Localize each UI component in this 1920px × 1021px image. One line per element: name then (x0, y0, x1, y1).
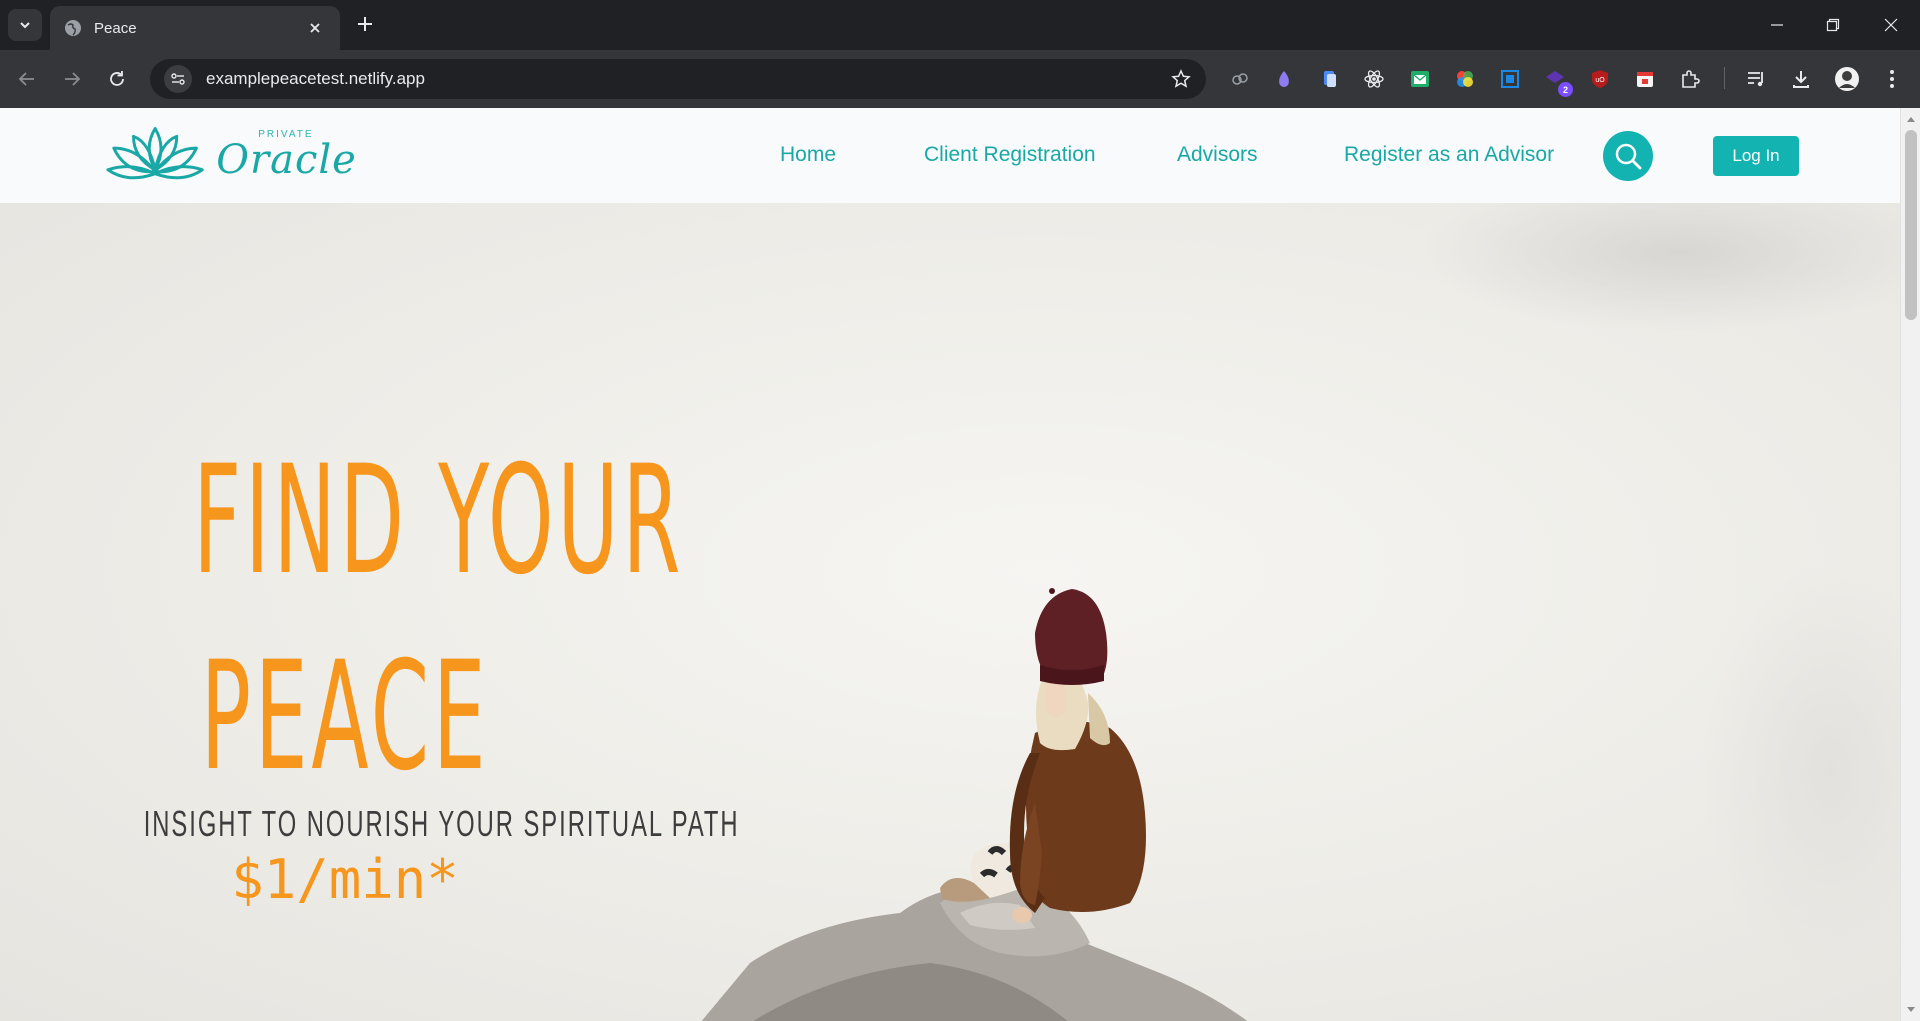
site-settings-icon[interactable] (164, 65, 192, 93)
close-icon (1884, 18, 1898, 32)
nav-home[interactable]: Home (780, 143, 836, 167)
hero-tagline: INSIGHT TO NOURISH YOUR SPIRITUAL PATH (143, 803, 740, 844)
hero-section: FIND YOUR PEACE INSIGHT TO NOURISH YOUR … (0, 203, 1900, 1021)
plus-icon (358, 17, 372, 31)
nav-advisors[interactable]: Advisors (1177, 143, 1258, 167)
extension-badge: 2 (1558, 82, 1573, 97)
more-menu-icon[interactable] (1877, 64, 1907, 94)
hero-headline: FIND YOUR PEACE (193, 423, 685, 815)
fog-shape (1700, 561, 1900, 981)
url-text[interactable]: examplepeacetest.netlify.app (206, 69, 1164, 89)
woman-on-rock-image (701, 588, 1248, 1021)
lotus-icon (106, 126, 204, 180)
hero-price: $1/min* (231, 848, 459, 911)
fog-shape (1420, 203, 1900, 333)
new-tab-button[interactable] (352, 11, 378, 37)
ublock-extension-icon[interactable]: uO (1585, 64, 1615, 94)
screenshot-extension-icon[interactable] (1495, 64, 1525, 94)
arrow-left-icon (18, 72, 34, 86)
toolbar-separator (1724, 67, 1725, 89)
docs-extension-icon[interactable] (1314, 64, 1344, 94)
mail-extension-icon[interactable] (1405, 64, 1435, 94)
cloud-extension-icon[interactable] (1225, 64, 1255, 94)
page-viewport: PRIVATE Oracle Home Client Registration … (0, 108, 1920, 1021)
profile-avatar[interactable] (1832, 64, 1862, 94)
reload-button[interactable] (102, 64, 132, 94)
download-icon[interactable] (1786, 64, 1816, 94)
close-window-button[interactable] (1876, 10, 1906, 40)
nav-client-registration[interactable]: Client Registration (924, 143, 1096, 167)
bookmark-star-icon[interactable] (1164, 62, 1198, 96)
scroll-down-arrow-icon[interactable] (1906, 1005, 1916, 1015)
calendar-extension-icon[interactable] (1630, 64, 1660, 94)
address-bar[interactable]: examplepeacetest.netlify.app (150, 59, 1206, 99)
scroll-up-arrow-icon[interactable] (1906, 114, 1916, 124)
svg-text:uO: uO (1595, 77, 1605, 84)
chevron-down-icon (20, 22, 30, 29)
search-icon (1615, 143, 1642, 170)
globe-icon (65, 20, 81, 36)
headline-line-1: FIND YOUR (193, 434, 685, 608)
back-button[interactable] (12, 64, 42, 94)
close-tab-icon[interactable] (304, 17, 326, 39)
media-controls-icon[interactable] (1741, 64, 1771, 94)
restore-icon (1826, 18, 1840, 32)
logo-wordmark: PRIVATE Oracle (216, 125, 356, 185)
color-picker-extension-icon[interactable] (1450, 64, 1480, 94)
tab-title: Peace (94, 19, 137, 37)
page-scrollbar[interactable] (1900, 108, 1920, 1021)
tab-search-button[interactable] (8, 9, 42, 41)
extensions-puzzle-icon[interactable] (1675, 64, 1705, 94)
minimize-button[interactable] (1762, 10, 1792, 40)
login-button[interactable]: Log In (1713, 136, 1799, 176)
react-extension-icon[interactable] (1359, 64, 1389, 94)
minimize-icon (1771, 24, 1783, 26)
forward-button[interactable] (57, 64, 87, 94)
active-tab[interactable]: Peace (50, 6, 340, 50)
site-header: PRIVATE Oracle Home Client Registration … (0, 108, 1900, 203)
restore-button[interactable] (1818, 10, 1848, 40)
arrow-right-icon (65, 72, 81, 86)
headline-line-2: PEACE (200, 630, 490, 804)
browser-toolbar: examplepeacetest.netlify.app 2 uO (0, 50, 1920, 108)
logo-oracle-text: Oracle (216, 137, 357, 183)
tab-strip: Peace (0, 0, 1920, 50)
drop-extension-icon[interactable] (1269, 64, 1299, 94)
site-logo[interactable]: PRIVATE Oracle (104, 120, 356, 190)
search-button[interactable] (1603, 131, 1653, 181)
reload-icon (110, 71, 124, 86)
nav-register-advisor[interactable]: Register as an Advisor (1344, 143, 1554, 167)
scrollbar-thumb[interactable] (1905, 130, 1917, 320)
layers-extension-icon[interactable]: 2 (1540, 64, 1573, 97)
